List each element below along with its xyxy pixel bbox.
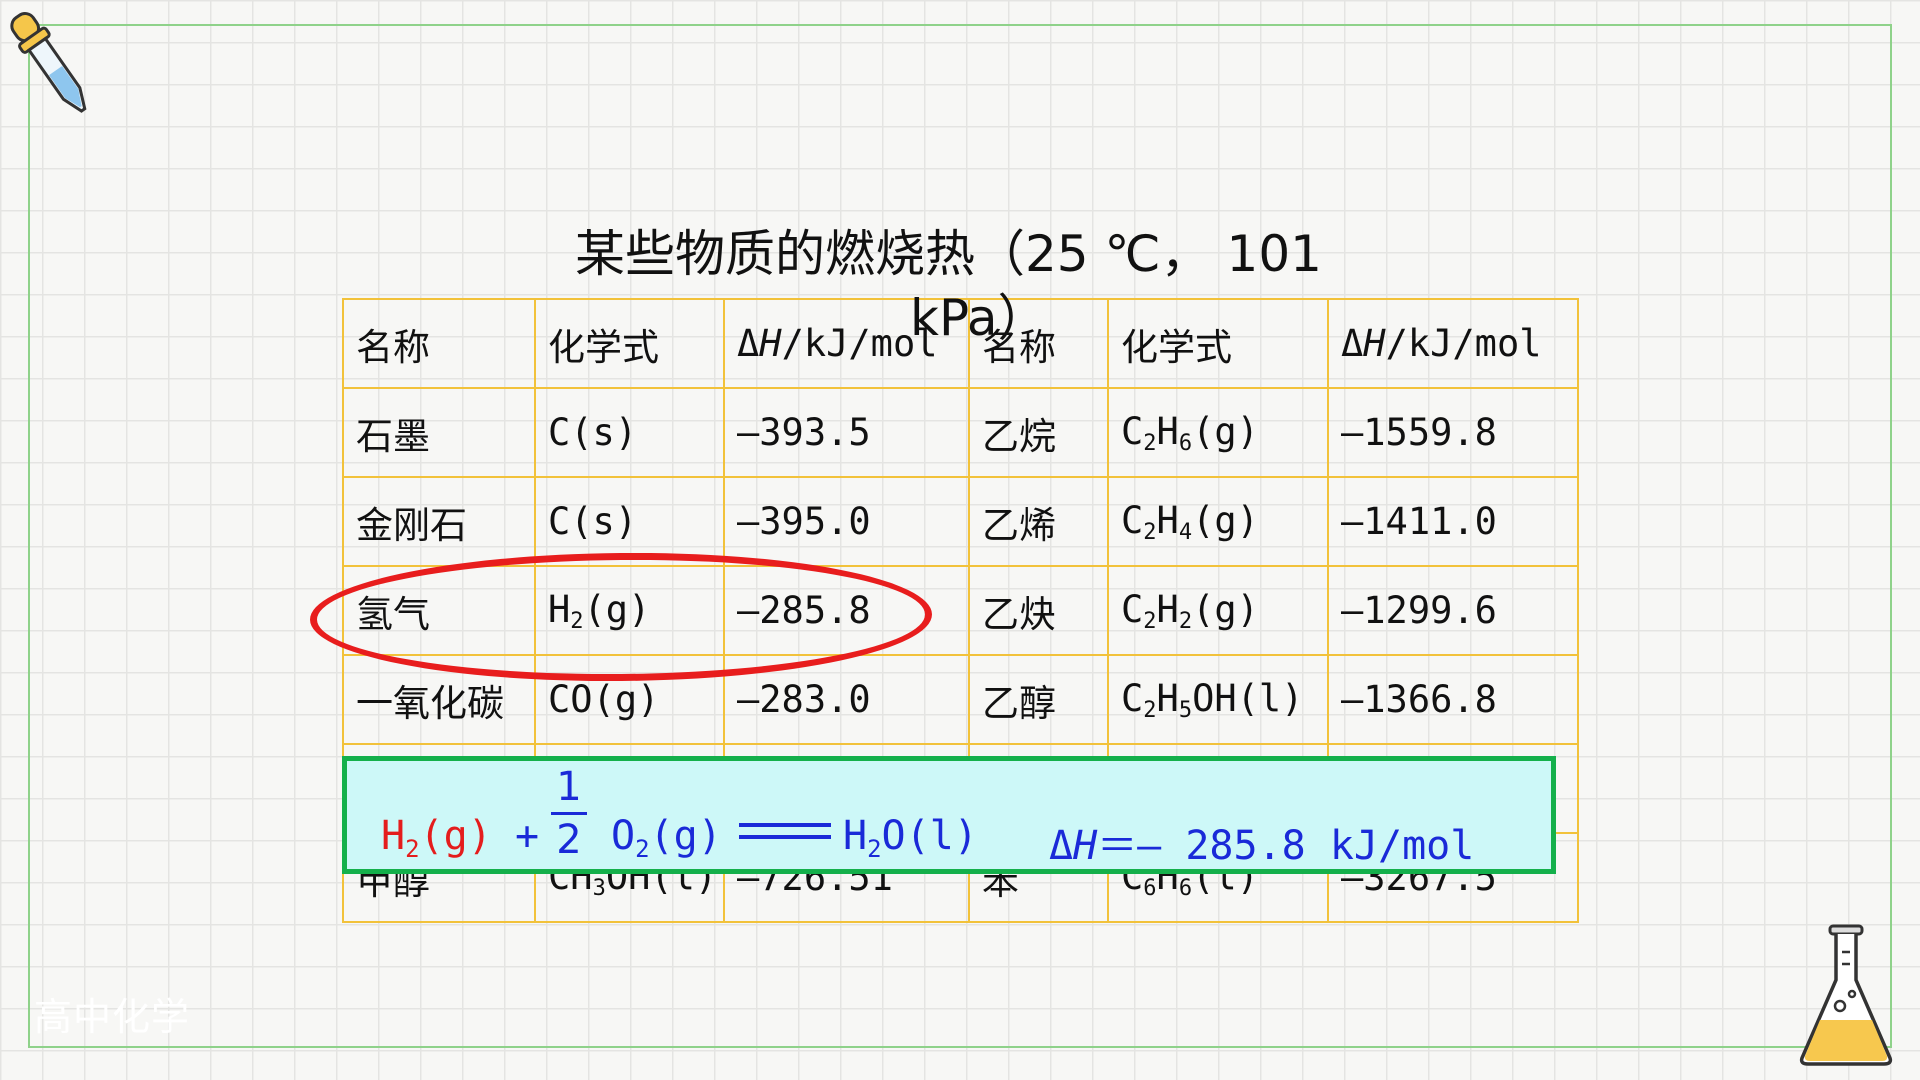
coefficient-denominator: 2 <box>556 817 582 863</box>
table-cell: C2H6(g) <box>1107 387 1329 478</box>
equation-reactant-h2: H2(g) <box>381 813 492 863</box>
table-row: 石墨 C(s) –393.5 乙烷 C2H6(g) –1559.8 <box>342 387 1579 478</box>
flask-icon <box>1799 924 1893 1066</box>
title-line-2: kPa） <box>910 289 1048 347</box>
equation-double-equals <box>739 823 831 841</box>
table-row: 金刚石 C(s) –395.0 乙烯 C2H4(g) –1411.0 <box>342 476 1579 567</box>
table-cell: 乙烯 <box>968 476 1109 567</box>
table-cell: –1299.6 <box>1327 565 1579 656</box>
table-cell: C(s) <box>534 387 725 478</box>
table-cell: 乙炔 <box>968 565 1109 656</box>
table-cell: –1366.8 <box>1327 654 1579 745</box>
table-cell: –393.5 <box>723 387 970 478</box>
coefficient-numerator: 1 <box>556 764 582 810</box>
table-cell: 石墨 <box>342 387 536 478</box>
title-line-1: 某些物质的燃烧热（25 ℃， 101 <box>575 225 1322 283</box>
equation-product-h2o: H2O(l) <box>843 813 978 863</box>
table-cell: –395.0 <box>723 476 970 567</box>
equation-plus: + <box>515 813 540 859</box>
equation-reactant-o2: O2(g) <box>611 813 722 863</box>
equation-enthalpy: ΔH＝– 285.8 kJ/mol <box>1049 823 1475 869</box>
page-title: 某些物质的燃烧热（25 ℃， 101 kPa） <box>575 222 1435 350</box>
watermark: 高中化学 <box>34 995 191 1039</box>
table-cell: 乙烷 <box>968 387 1109 478</box>
thermochemical-equation-box: H2(g) + 1 2 O2(g) H2O(l) ΔH＝– 285.8 kJ/m… <box>342 756 1556 874</box>
table-header-cell: 名称 <box>342 298 536 389</box>
equation-coefficient-half: 1 2 <box>549 763 589 864</box>
table-cell: –1411.0 <box>1327 476 1579 567</box>
table-cell: C2H5OH(l) <box>1107 654 1329 745</box>
table-cell: C2H2(g) <box>1107 565 1329 656</box>
dropper-icon <box>10 12 87 113</box>
table-cell: 金刚石 <box>342 476 536 567</box>
table-cell: –1559.8 <box>1327 387 1579 478</box>
table-cell: 乙醇 <box>968 654 1109 745</box>
table-cell: C2H4(g) <box>1107 476 1329 567</box>
